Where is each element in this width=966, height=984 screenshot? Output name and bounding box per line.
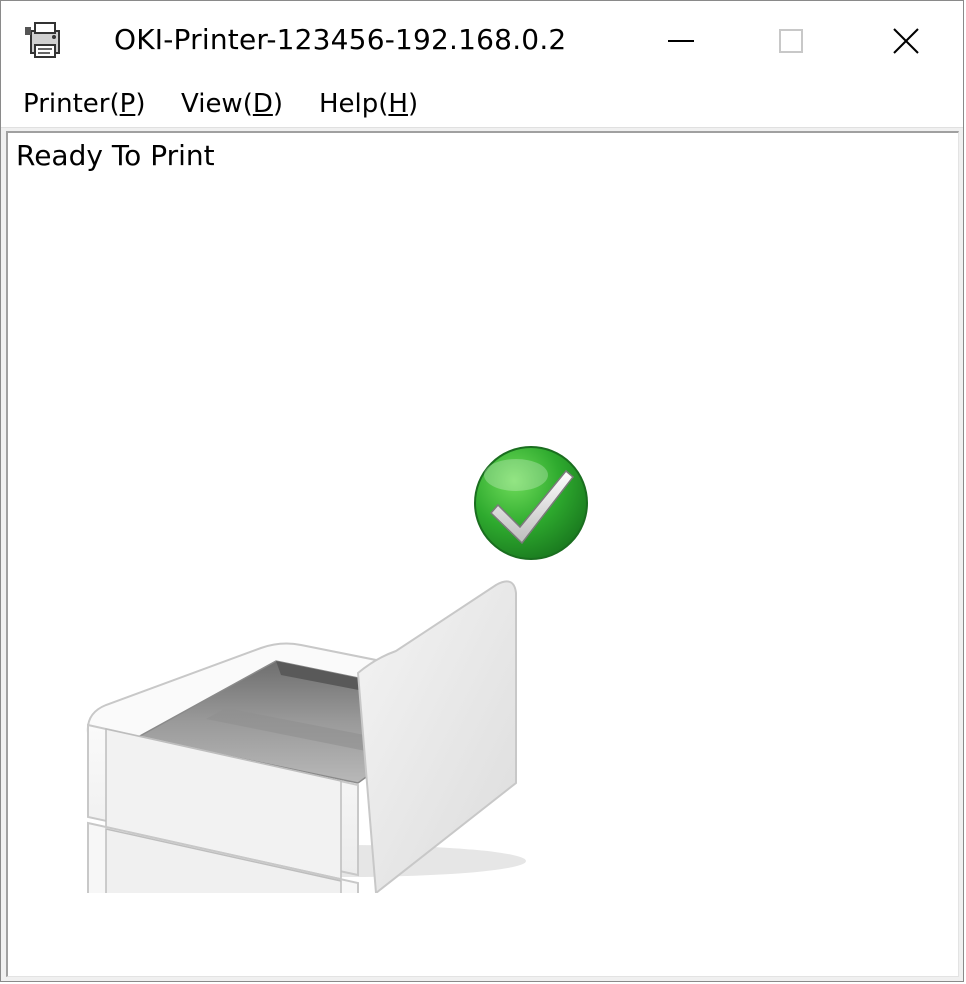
menu-view-prefix: View( [181,89,253,119]
printer-app-icon[interactable] [23,17,67,61]
menu-printer-prefix: Printer( [23,89,120,119]
menu-view-suffix: ) [272,89,284,119]
window-title: OKI-Printer-123456-192.168.0.2 [114,23,567,56]
title-bar[interactable]: OKI-Printer-123456-192.168.0.2 [1,1,963,81]
printer-icon [86,446,588,893]
close-icon [893,28,919,54]
menu-view-mnemonic: D [252,89,273,119]
menu-bar: Printer(P) View(D) Help(H) [1,81,963,128]
menu-printer-suffix: ) [135,89,146,119]
maximize-button[interactable] [736,1,846,81]
menu-help[interactable]: Help(H) [317,89,420,119]
menu-printer[interactable]: Printer(P) [21,89,147,119]
minimize-icon [668,40,694,42]
close-button[interactable] [851,1,961,81]
menu-view[interactable]: View(D) [179,89,285,119]
maximize-icon [779,29,803,53]
printer-status-text: Ready To Print [16,139,215,172]
menu-help-suffix: ) [407,89,419,119]
green-checkmark-icon [474,446,588,560]
menu-help-prefix: Help( [319,89,389,119]
menu-help-mnemonic: H [388,89,408,119]
printer-status-window: OKI-Printer-123456-192.168.0.2 Printer(P… [0,0,964,982]
menu-printer-mnemonic: P [119,89,136,119]
minimize-button[interactable] [626,1,736,81]
status-panel: Ready To Print [6,131,959,977]
